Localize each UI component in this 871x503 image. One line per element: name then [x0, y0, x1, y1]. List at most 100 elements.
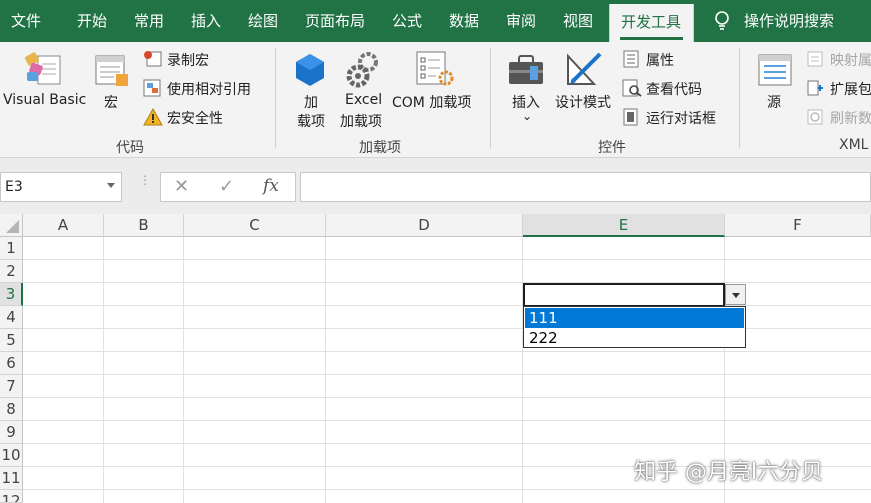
formula-bar: E3 ⋮ ✕ ✓ fx — [0, 158, 871, 214]
gridline — [23, 443, 871, 444]
gridline — [23, 420, 871, 421]
map-properties-icon — [807, 51, 823, 67]
row-header-8[interactable]: 8 — [0, 398, 23, 421]
gridline — [23, 397, 871, 398]
column-header-d[interactable]: D — [326, 214, 523, 237]
addins-button-line1[interactable]: 加 — [304, 92, 318, 112]
row-header-11[interactable]: 11 — [0, 467, 23, 490]
macro-security-button[interactable]: 宏安全性 — [167, 108, 223, 128]
tab-home[interactable]: 开始 — [77, 0, 107, 42]
view-code-button[interactable]: 查看代码 — [646, 79, 702, 99]
name-box[interactable]: E3 — [0, 172, 122, 202]
formula-input[interactable] — [300, 172, 871, 202]
column-header-e[interactable]: E — [523, 214, 725, 237]
validation-dropdown-list: 111 222 — [523, 306, 746, 348]
tab-insert[interactable]: 插入 — [191, 0, 221, 42]
row-header-5[interactable]: 5 — [0, 329, 23, 352]
warning-icon — [143, 108, 163, 126]
insert-function-icon[interactable]: fx — [263, 176, 279, 196]
formula-buttons: ✕ ✓ fx — [160, 172, 296, 202]
row-header-4[interactable]: 4 — [0, 306, 23, 329]
expansion-packs-button[interactable]: 扩展包 — [830, 79, 871, 99]
row-header-10[interactable]: 10 — [0, 444, 23, 467]
tab-developer[interactable]: 开发工具 — [609, 4, 694, 42]
relative-reference-button[interactable]: 使用相对引用 — [167, 79, 251, 99]
row-header-2[interactable]: 2 — [0, 260, 23, 283]
gridline — [325, 237, 326, 503]
xml-source-button[interactable]: 源 — [767, 92, 781, 112]
chevron-down-icon[interactable] — [107, 183, 115, 188]
column-header-b[interactable]: B — [104, 214, 184, 237]
name-box-value: E3 — [5, 179, 23, 195]
tab-view[interactable]: 视图 — [563, 0, 593, 42]
row-header-6[interactable]: 6 — [0, 352, 23, 375]
group-separator — [490, 48, 491, 148]
group-label-addins: 加载项 — [359, 140, 401, 156]
com-addins-button[interactable]: COM 加载项 — [392, 92, 471, 112]
watermark: 知乎 @月亮l六分贝 — [634, 460, 824, 485]
xml-source-icon — [758, 54, 792, 86]
drag-handle-icon[interactable]: ⋮ — [139, 174, 151, 194]
macros-icon — [95, 55, 128, 86]
excel-addins-button-line2[interactable]: 加载项 — [340, 111, 382, 131]
visual-basic-icon — [25, 52, 61, 85]
tab-developer-label: 开发工具 — [621, 13, 682, 31]
tab-data[interactable]: 数据 — [449, 0, 479, 42]
gridline — [183, 237, 184, 503]
tab-draw[interactable]: 绘图 — [248, 0, 278, 42]
row-header-12[interactable]: 12 — [0, 490, 23, 503]
row-header-1[interactable]: 1 — [0, 237, 23, 260]
corner-triangle-icon — [6, 220, 19, 233]
gridline — [23, 259, 871, 260]
relative-reference-icon — [143, 79, 161, 97]
row-header-7[interactable]: 7 — [0, 375, 23, 398]
group-label-controls: 控件 — [598, 140, 626, 156]
excel-addins-button-line1[interactable]: Excel — [345, 92, 382, 108]
group-label-xml: XML — [839, 137, 869, 153]
run-dialog-icon — [623, 108, 638, 126]
addins-icon — [296, 54, 324, 86]
design-mode-icon — [567, 52, 602, 85]
addins-button-line2[interactable]: 载项 — [297, 111, 325, 131]
refresh-data-button: 刷新数 — [830, 111, 871, 127]
group-separator — [739, 48, 740, 148]
select-all-corner[interactable] — [0, 214, 23, 237]
record-macro-button[interactable]: 录制宏 — [167, 50, 209, 70]
tab-formulas[interactable]: 公式 — [392, 0, 422, 42]
com-addins-icon — [416, 51, 454, 86]
gridline — [23, 282, 871, 283]
macros-button[interactable]: 宏 — [104, 92, 118, 112]
tell-me-search[interactable]: 操作说明搜索 — [744, 0, 834, 42]
column-header-a[interactable]: A — [23, 214, 104, 237]
row-header-9[interactable]: 9 — [0, 421, 23, 444]
view-code-icon — [622, 79, 642, 97]
visual-basic-button[interactable]: Visual Basic — [3, 92, 86, 108]
validation-dropdown-button[interactable] — [725, 284, 746, 305]
ribbon: Visual Basic 宏 录制宏 使用相对引用 宏安全性 代码 加 载项 E… — [0, 42, 871, 158]
enter-icon[interactable]: ✓ — [219, 176, 234, 197]
dropdown-option[interactable]: 222 — [525, 328, 744, 348]
tab-review[interactable]: 审阅 — [506, 0, 536, 42]
group-separator — [275, 48, 276, 148]
dropdown-option[interactable]: 111 — [525, 308, 744, 328]
column-header-f[interactable]: F — [725, 214, 871, 237]
group-label-code: 代码 — [116, 140, 144, 156]
cancel-icon[interactable]: ✕ — [174, 176, 189, 197]
tab-common[interactable]: 常用 — [134, 0, 164, 42]
chevron-down-icon[interactable]: ⌄ — [522, 109, 532, 123]
column-header-c[interactable]: C — [184, 214, 326, 237]
active-tab-underline — [620, 37, 683, 40]
refresh-icon — [807, 109, 823, 125]
active-cell-e3[interactable] — [523, 283, 725, 307]
tab-page-layout[interactable]: 页面布局 — [305, 0, 365, 42]
chevron-down-icon — [732, 293, 740, 298]
record-macro-icon — [144, 51, 162, 67]
design-mode-button[interactable]: 设计模式 — [555, 92, 611, 112]
properties-button[interactable]: 属性 — [646, 50, 674, 70]
row-header-3[interactable]: 3 — [0, 283, 23, 306]
tab-file[interactable]: 文件 — [11, 0, 41, 42]
properties-icon — [623, 50, 639, 68]
gear-icon — [346, 52, 378, 88]
toolbox-icon — [509, 55, 543, 84]
run-dialog-button[interactable]: 运行对话框 — [646, 108, 716, 128]
